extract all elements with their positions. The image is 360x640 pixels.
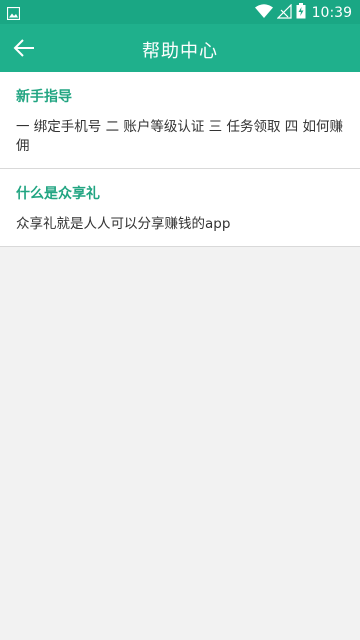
battery-icon [296,3,306,23]
status-bar: 10:39 [0,0,360,24]
help-content: 新手指导 一 绑定手机号 二 账户等级认证 三 任务领取 四 如何赚佣 什么是众… [0,72,360,247]
help-section-beginner-guide[interactable]: 新手指导 一 绑定手机号 二 账户等级认证 三 任务领取 四 如何赚佣 [0,72,360,169]
page-title: 帮助中心 [142,41,218,62]
status-time: 10:39 [311,5,352,21]
section-heading: 新手指导 [16,89,72,105]
section-body: 一 绑定手机号 二 账户等级认证 三 任务领取 四 如何赚佣 [16,119,344,154]
signal-icon [276,3,292,23]
wifi-icon [254,3,273,23]
image-icon [6,5,21,24]
section-body: 众享礼就是人人可以分享赚钱的app [16,216,231,232]
help-section-what-is[interactable]: 什么是众享礼 众享礼就是人人可以分享赚钱的app [0,169,360,247]
section-heading: 什么是众享礼 [16,186,100,202]
app-bar: 帮助中心 [0,24,360,72]
